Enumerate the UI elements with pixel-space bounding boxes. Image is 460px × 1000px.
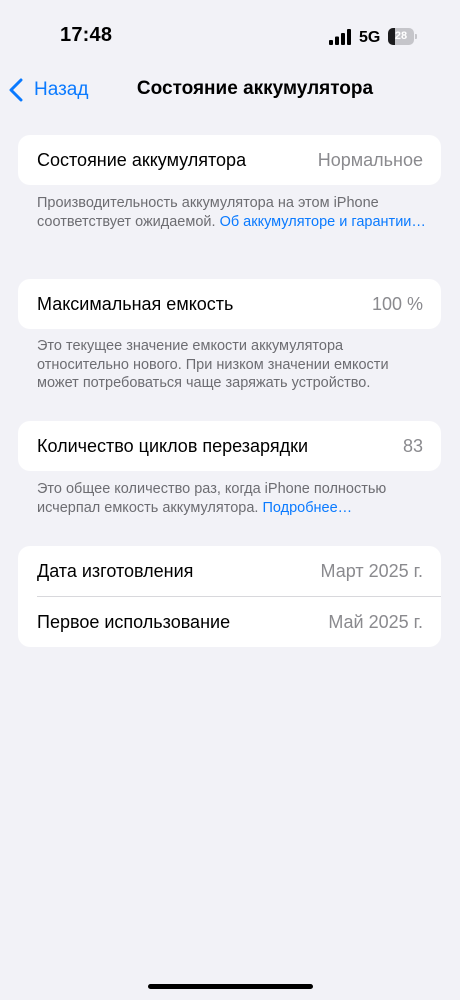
- max-capacity-group: Максимальная емкость 100 %: [18, 279, 441, 329]
- status-bar: 17:48 5G 28: [0, 0, 460, 70]
- battery-icon: 28: [388, 28, 417, 45]
- page-title: Состояние аккумулятора: [136, 78, 374, 99]
- max-capacity-label: Максимальная емкость: [37, 293, 234, 314]
- max-capacity-footer: Это текущее значение емкости аккумулятор…: [37, 338, 389, 391]
- network-type: 5G: [359, 29, 381, 46]
- dates-group: Дата изготовления Март 2025 г. Первое ис…: [18, 546, 441, 647]
- manufacture-date-row: Дата изготовления Март 2025 г.: [18, 546, 441, 596]
- battery-health-group: Состояние аккумулятора Нормальное: [18, 135, 441, 185]
- cycle-count-footer: Это общее количество раз, когда iPhone п…: [37, 480, 429, 517]
- cycle-count-value: 83: [402, 435, 423, 456]
- navigation-bar: Назад Состояние аккумулятора: [0, 70, 460, 110]
- manufacture-date-label: Дата изготовления: [37, 560, 194, 581]
- battery-level: 28: [394, 30, 408, 42]
- manufacture-date-value: Март 2025 г.: [320, 560, 423, 581]
- home-indicator[interactable]: [148, 984, 313, 989]
- first-use-row: Первое использование Май 2025 г.: [18, 597, 441, 647]
- battery-health-label: Состояние аккумулятора: [37, 149, 247, 170]
- cellular-signal-icon: [329, 29, 351, 45]
- learn-more-link[interactable]: Подробнее…: [262, 500, 352, 516]
- first-use-value: Май 2025 г.: [328, 611, 423, 632]
- battery-health-row: Состояние аккумулятора Нормальное: [18, 135, 441, 185]
- cycle-count-group: Количество циклов перезарядки 83: [18, 421, 441, 471]
- clock: 17:48: [60, 24, 113, 46]
- cycle-count-row: Количество циклов перезарядки 83: [18, 421, 441, 471]
- battery-health-value: Нормальное: [317, 149, 423, 170]
- battery-health-footer: Производительность аккумулятора на этом …: [37, 194, 429, 231]
- cycle-count-label: Количество циклов перезарядки: [37, 435, 309, 456]
- first-use-label: Первое использование: [37, 611, 231, 632]
- battery-warranty-link[interactable]: Об аккумуляторе и гарантии…: [220, 214, 426, 230]
- max-capacity-row: Максимальная емкость 100 %: [18, 279, 441, 329]
- max-capacity-value: 100 %: [371, 293, 423, 314]
